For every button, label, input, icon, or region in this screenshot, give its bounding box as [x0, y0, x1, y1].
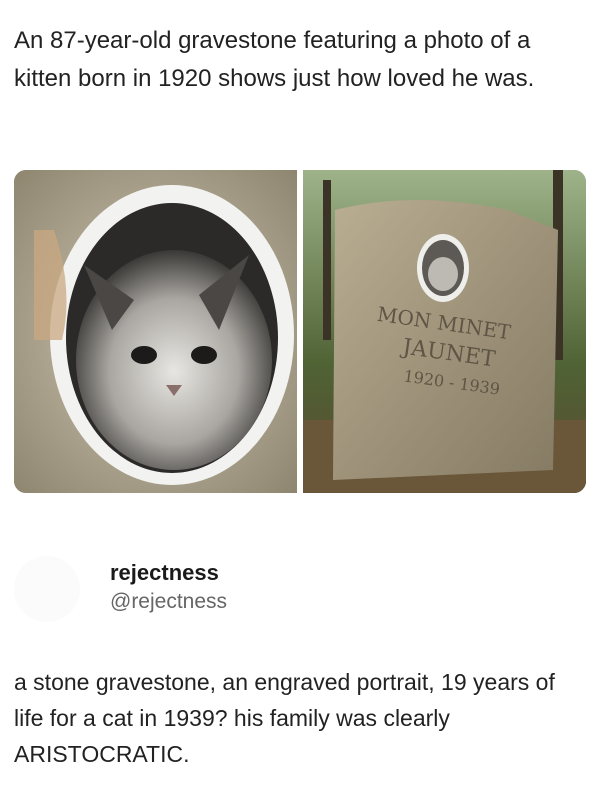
author-row[interactable]: rejectness @rejectness	[14, 548, 586, 628]
avatar[interactable]	[14, 556, 80, 622]
photo-grid[interactable]: MON MINET JAUNET 1920 - 1939	[14, 170, 586, 493]
post-text: a stone gravestone, an engraved portrait…	[14, 669, 555, 767]
gravestone-image: MON MINET JAUNET 1920 - 1939	[303, 170, 586, 493]
kitten-portrait-photo[interactable]	[14, 170, 297, 493]
gravestone-photo[interactable]: MON MINET JAUNET 1920 - 1939	[303, 170, 586, 493]
author-handle[interactable]: @rejectness	[110, 590, 227, 614]
author-display-name[interactable]: rejectness	[110, 560, 219, 586]
headline-text: An 87-year-old gravestone featuring a ph…	[14, 27, 535, 92]
kitten-portrait-image	[14, 170, 297, 493]
